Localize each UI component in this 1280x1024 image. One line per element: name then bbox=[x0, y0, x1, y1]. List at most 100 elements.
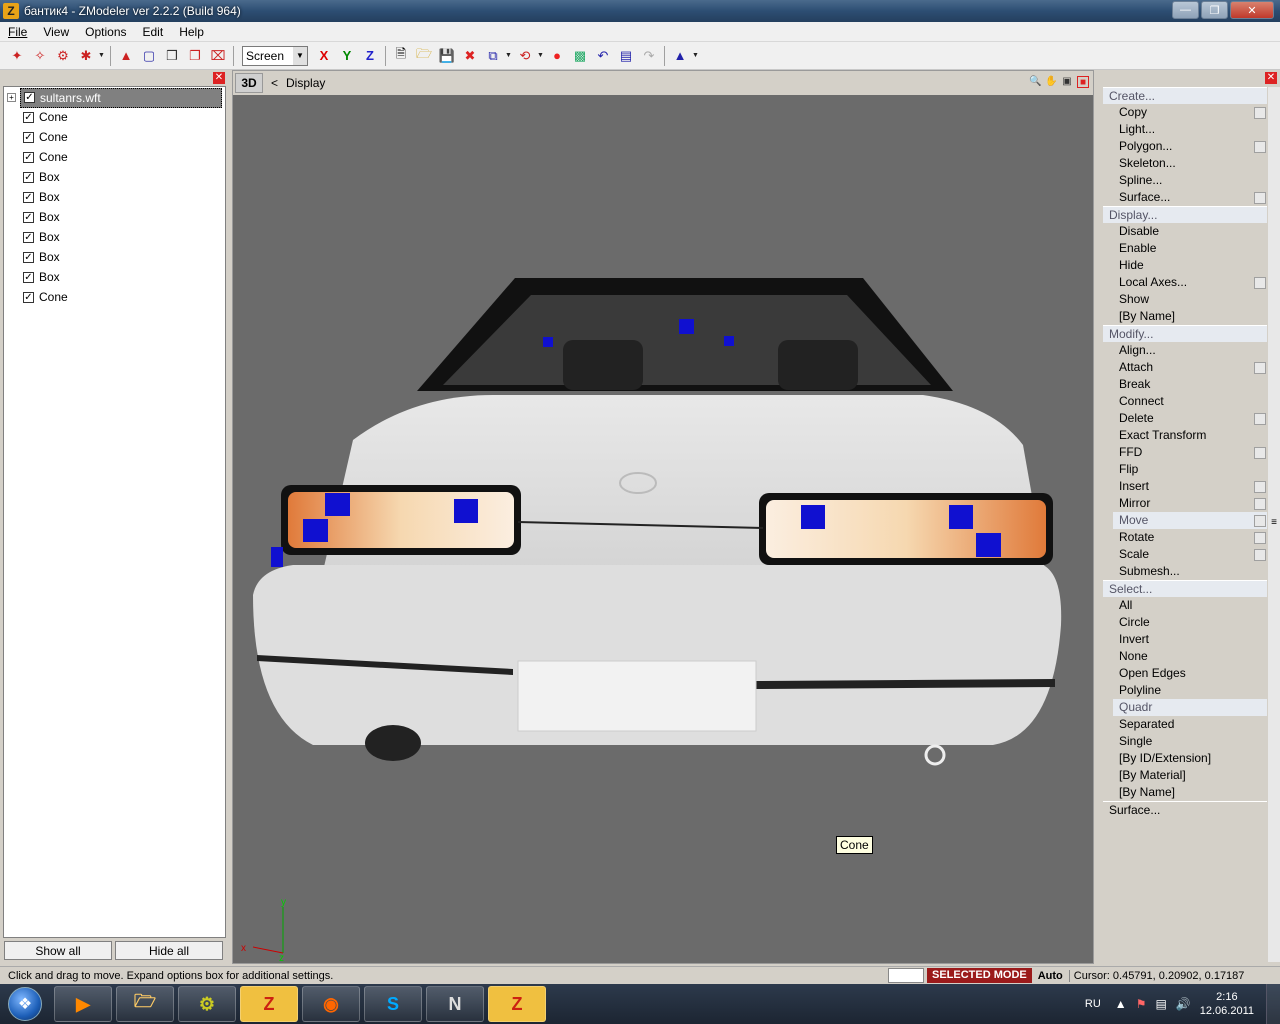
select-figure-icon[interactable]: ⚙ bbox=[52, 45, 74, 67]
zoom-icon[interactable]: 🔍 bbox=[1029, 76, 1041, 88]
cmd-select-circle[interactable]: Circle bbox=[1103, 614, 1267, 631]
cube-cross-icon[interactable]: ⌧ bbox=[207, 45, 229, 67]
cmd-select-separated[interactable]: Separated bbox=[1103, 716, 1267, 733]
file-explorer-icon[interactable]: 🗁 bbox=[116, 986, 174, 1022]
section-modify[interactable]: Modify... bbox=[1103, 325, 1267, 342]
box-icon[interactable]: ▢ bbox=[138, 45, 160, 67]
new-file-icon[interactable]: 🗎 bbox=[390, 45, 412, 67]
tree-item[interactable]: ✓ Box bbox=[4, 247, 225, 267]
material-icon[interactable]: ▲ bbox=[669, 45, 691, 67]
menu-options[interactable]: Options bbox=[77, 25, 134, 39]
select-edge-icon[interactable]: ✧ bbox=[29, 45, 51, 67]
back-arrow-icon[interactable]: < bbox=[271, 76, 278, 90]
options-box[interactable] bbox=[1254, 447, 1266, 459]
options-box[interactable] bbox=[1254, 192, 1266, 204]
record-icon[interactable]: ● bbox=[546, 45, 568, 67]
visibility-checkbox[interactable]: ✓ bbox=[23, 271, 34, 283]
cmd-select-by-name[interactable]: [By Name] bbox=[1103, 784, 1267, 801]
cmd-select-by-material[interactable]: [By Material] bbox=[1103, 767, 1267, 784]
selected-mode-badge[interactable]: SELECTED MODE bbox=[927, 968, 1032, 983]
flag-icon[interactable]: ⚑ bbox=[1136, 997, 1147, 1011]
tree-item[interactable]: ✓ Cone bbox=[4, 107, 225, 127]
cmd-align[interactable]: Align... bbox=[1103, 342, 1267, 359]
cmd-insert[interactable]: Insert bbox=[1103, 478, 1267, 495]
pan-hand-icon[interactable]: ✋ bbox=[1045, 76, 1057, 88]
zmodeler-2-icon[interactable]: Z bbox=[488, 986, 546, 1022]
options-box[interactable] bbox=[1254, 413, 1266, 425]
minimize-button[interactable]: — bbox=[1172, 1, 1199, 19]
cmd-ffd[interactable]: FFD bbox=[1103, 444, 1267, 461]
tree-item[interactable]: ✓ Cone bbox=[4, 147, 225, 167]
options-box[interactable] bbox=[1254, 532, 1266, 544]
maximize-viewport-icon[interactable]: ▣ bbox=[1061, 76, 1073, 88]
cmd-select-invert[interactable]: Invert bbox=[1103, 631, 1267, 648]
skype-icon[interactable]: S bbox=[364, 986, 422, 1022]
redo-icon[interactable]: ↷ bbox=[638, 45, 660, 67]
cmd-by-name[interactable]: [By Name] bbox=[1103, 308, 1267, 325]
section-select[interactable]: Select... bbox=[1103, 580, 1267, 597]
visibility-checkbox[interactable]: ✓ bbox=[23, 231, 34, 243]
volume-icon[interactable]: 🔊 bbox=[1176, 997, 1191, 1011]
tree-item[interactable]: ✓ Cone bbox=[4, 287, 225, 307]
image-icon[interactable]: ▩ bbox=[569, 45, 591, 67]
cmd-light[interactable]: Light... bbox=[1103, 121, 1267, 138]
cmd-spline[interactable]: Spline... bbox=[1103, 172, 1267, 189]
section-create[interactable]: Create... bbox=[1103, 87, 1267, 104]
options-box[interactable] bbox=[1254, 481, 1266, 493]
cmd-select-by-id[interactable]: [By ID/Extension] bbox=[1103, 750, 1267, 767]
language-indicator[interactable]: RU bbox=[1085, 998, 1101, 1010]
network-icon[interactable]: ▤ bbox=[1155, 997, 1166, 1011]
visibility-checkbox[interactable]: ✓ bbox=[23, 291, 34, 303]
close-button[interactable]: ✕ bbox=[1230, 1, 1274, 19]
undo-icon[interactable]: ↶ bbox=[592, 45, 614, 67]
tray-expand-icon[interactable]: ▲ bbox=[1115, 997, 1127, 1011]
cube-red-icon[interactable]: ❐ bbox=[184, 45, 206, 67]
tree-item[interactable]: ✓ Box bbox=[4, 267, 225, 287]
menu-help[interactable]: Help bbox=[171, 25, 212, 39]
cmd-rotate[interactable]: Rotate bbox=[1103, 529, 1267, 546]
cmd-select-none[interactable]: None bbox=[1103, 648, 1267, 665]
cmd-flip[interactable]: Flip bbox=[1103, 461, 1267, 478]
firefox-icon[interactable]: ◉ bbox=[302, 986, 360, 1022]
options-box[interactable] bbox=[1254, 515, 1266, 527]
close-icon[interactable]: ✕ bbox=[1265, 72, 1277, 84]
media-player-icon[interactable]: ▶ bbox=[54, 986, 112, 1022]
visibility-checkbox[interactable]: ✓ bbox=[23, 251, 34, 263]
hide-all-button[interactable]: Hide all bbox=[115, 941, 223, 960]
tree-root-row[interactable]: + ✓ sultanrs.wft bbox=[4, 87, 225, 108]
scrollbar-grip-icon[interactable]: ≡ bbox=[1268, 517, 1280, 557]
cmd-attach[interactable]: Attach bbox=[1103, 359, 1267, 376]
tree-item[interactable]: ✓ Box bbox=[4, 167, 225, 187]
options-box[interactable] bbox=[1254, 107, 1266, 119]
notepad-app-icon[interactable]: N bbox=[426, 986, 484, 1022]
select-vertex-icon[interactable]: ✦ bbox=[6, 45, 28, 67]
cube-icon[interactable]: ❒ bbox=[161, 45, 183, 67]
tree-item[interactable]: ✓ Box bbox=[4, 227, 225, 247]
tool-app-icon[interactable]: ⚙ bbox=[178, 986, 236, 1022]
viewport-canvas[interactable]: y x z Cone bbox=[233, 95, 1093, 964]
clock[interactable]: 2:16 12.06.2011 bbox=[1200, 990, 1254, 1018]
cmd-surface[interactable]: Surface... bbox=[1103, 189, 1267, 206]
start-button[interactable]: ❖ bbox=[0, 984, 50, 1024]
cmd-exact-transform[interactable]: Exact Transform bbox=[1103, 427, 1267, 444]
show-all-button[interactable]: Show all bbox=[4, 941, 112, 960]
section-display[interactable]: Display... bbox=[1103, 206, 1267, 223]
cmd-move[interactable]: Move bbox=[1113, 512, 1267, 529]
tree-item[interactable]: ✓ Box bbox=[4, 187, 225, 207]
cmd-break[interactable]: Break bbox=[1103, 376, 1267, 393]
dropdown-arrow-icon[interactable]: ▼ bbox=[537, 52, 545, 59]
cmd-submesh[interactable]: Submesh... bbox=[1103, 563, 1267, 580]
cmd-local-axes[interactable]: Local Axes... bbox=[1103, 274, 1267, 291]
undo-history-icon[interactable]: ⟲ bbox=[514, 45, 536, 67]
open-folder-icon[interactable]: 🗁 bbox=[413, 45, 435, 67]
zmodeler-icon[interactable]: Z bbox=[240, 986, 298, 1022]
cmd-mirror[interactable]: Mirror bbox=[1103, 495, 1267, 512]
cmd-connect[interactable]: Connect bbox=[1103, 393, 1267, 410]
cmd-enable[interactable]: Enable bbox=[1103, 240, 1267, 257]
cmd-select-all[interactable]: All bbox=[1103, 597, 1267, 614]
visibility-checkbox[interactable]: ✓ bbox=[23, 211, 34, 223]
visibility-checkbox[interactable]: ✓ bbox=[23, 131, 34, 143]
expand-icon[interactable]: + bbox=[7, 92, 16, 102]
cmd-select-quadr[interactable]: Quadr bbox=[1113, 699, 1267, 716]
save-icon[interactable]: 💾 bbox=[436, 45, 458, 67]
